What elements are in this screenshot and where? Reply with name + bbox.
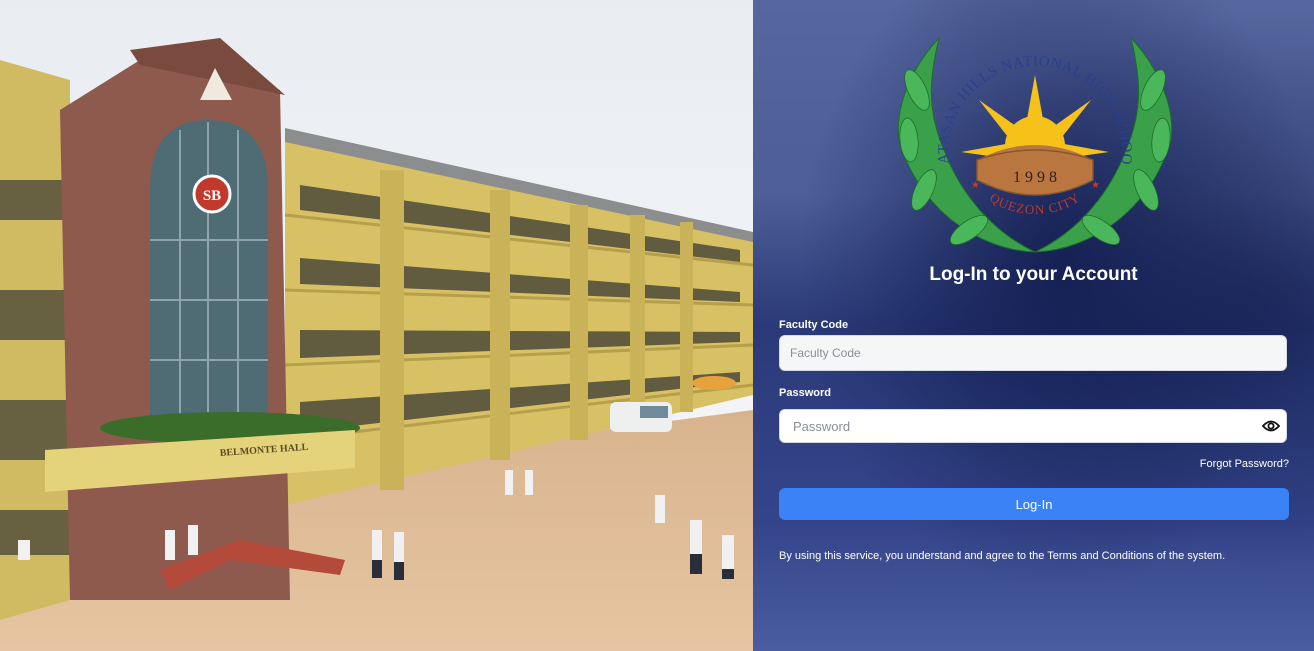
login-page: SB BELMONTE HALL 1 9 9 8 ATASAN HILLS NA… xyxy=(0,0,1314,651)
forgot-password-link[interactable]: Forgot Password? xyxy=(1200,458,1289,470)
school-building-photo: SB BELMONTE HALL xyxy=(0,0,753,651)
login-title: Log-In to your Account xyxy=(929,264,1138,285)
faculty-code-label: Faculty Code xyxy=(779,319,849,331)
faculty-code-placeholder: Faculty Code xyxy=(790,346,861,360)
svg-text:★: ★ xyxy=(1091,180,1100,191)
password-input[interactable]: Password xyxy=(779,409,1287,443)
logo-year: 1 9 9 8 xyxy=(1013,169,1057,186)
svg-text:★: ★ xyxy=(971,180,980,191)
school-logo: 1 9 9 8 BATASAN HILLS NATIONAL HIGH SCHO… xyxy=(884,18,1181,262)
password-label: Password xyxy=(779,387,831,399)
emblem-text: SB xyxy=(203,188,221,204)
login-button[interactable]: Log-In xyxy=(779,488,1289,520)
login-panel: 1 9 9 8 BATASAN HILLS NATIONAL HIGH SCHO… xyxy=(753,0,1314,651)
password-placeholder: Password xyxy=(793,418,851,434)
eye-icon[interactable] xyxy=(1261,419,1281,433)
terms-text: By using this service, you understand an… xyxy=(779,550,1226,562)
faculty-code-input[interactable]: Faculty Code xyxy=(779,335,1287,371)
